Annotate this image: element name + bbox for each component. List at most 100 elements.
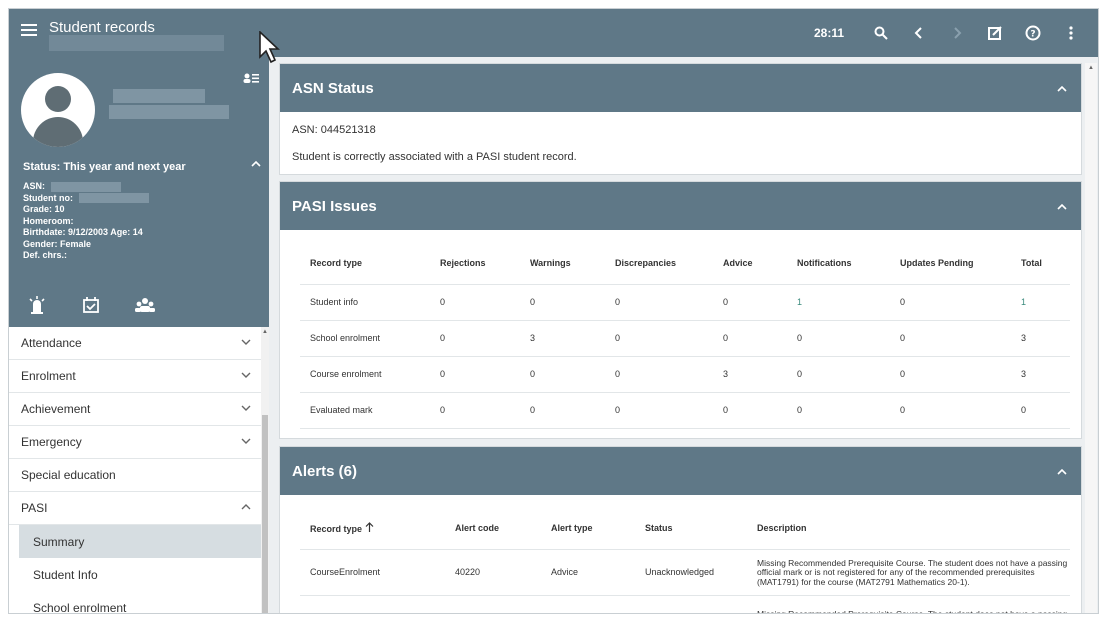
table-row[interactable]: Evaluated mark 0 0 0 0 0 0 0 xyxy=(300,392,1070,429)
sidebar-subitem-school-enrolment[interactable]: School enrolment xyxy=(9,591,261,614)
app-window: Student records 28:11 ? Status: This yea… xyxy=(8,8,1099,614)
table-cell-description: Missing Recommended Prerequisite Course.… xyxy=(747,549,1070,596)
chevron-up-icon[interactable] xyxy=(1057,463,1067,478)
table-cell: CourseEnrolment xyxy=(300,549,445,596)
alerts-table: Record type Alert code Alert type Status… xyxy=(300,507,1070,613)
redacted-name xyxy=(113,89,205,103)
open-external-icon[interactable] xyxy=(976,9,1014,57)
grade: Grade: 10 xyxy=(23,204,65,214)
contact-card-icon[interactable] xyxy=(243,71,259,89)
scroll-up-icon[interactable]: ▲ xyxy=(262,329,268,335)
sidebar-item-pasi[interactable]: PASI xyxy=(9,492,261,525)
redacted-asn xyxy=(51,181,121,192)
table-cell-link[interactable]: 1 xyxy=(1011,284,1070,321)
table-row[interactable]: Course enrolment 0 0 0 3 0 0 3 xyxy=(300,356,1070,393)
column-header[interactable]: Discrepancies xyxy=(605,242,713,285)
table-cell: 0 xyxy=(713,284,787,321)
table-cell: 0 xyxy=(890,392,1011,429)
table-row[interactable]: Missing Recommended Prerequisite Course.… xyxy=(300,595,1070,613)
table-cell: 3 xyxy=(1011,356,1070,393)
chevron-up-icon[interactable] xyxy=(1057,198,1067,213)
asn-status-message: Student is correctly associated with a P… xyxy=(292,151,577,163)
table-cell: 0 xyxy=(605,392,713,429)
main-scrollbar[interactable]: ▲ xyxy=(1085,63,1097,613)
student-no-label: Student no: xyxy=(23,192,73,203)
table-cell: 0 xyxy=(520,356,605,393)
menu-icon[interactable] xyxy=(21,24,37,38)
table-cell: 3 xyxy=(713,356,787,393)
collapse-chevron-icon[interactable] xyxy=(251,157,261,171)
table-row[interactable]: School enrolment 0 3 0 0 0 0 3 xyxy=(300,320,1070,357)
table-cell: 3 xyxy=(1011,320,1070,357)
column-header[interactable]: Advice xyxy=(713,242,787,285)
column-header[interactable]: Warnings xyxy=(520,242,605,285)
column-header[interactable]: Status xyxy=(635,507,747,550)
table-cell: 0 xyxy=(713,392,787,429)
scroll-up-icon[interactable]: ▲ xyxy=(1088,65,1094,71)
sidebar-item-achievement[interactable]: Achievement xyxy=(9,393,261,426)
asn-value: ASN: 044521318 xyxy=(292,124,376,136)
student-profile-panel: Status: This year and next year ASN: Stu… xyxy=(9,57,269,327)
calendar-check-icon[interactable] xyxy=(77,295,105,315)
table-cell: 0 xyxy=(520,284,605,321)
card-title: Alerts (6) xyxy=(292,462,358,480)
table-cell: 0 xyxy=(520,392,605,429)
column-header[interactable]: Notifications xyxy=(787,242,890,285)
svg-text:?: ? xyxy=(1030,30,1035,40)
student-sidebar: Status: This year and next year ASN: Stu… xyxy=(9,57,269,614)
card-title: PASI Issues xyxy=(292,197,377,215)
column-header[interactable]: Record type xyxy=(300,242,430,285)
previous-icon[interactable] xyxy=(900,9,938,57)
sidebar-subitem-student-info[interactable]: Student Info xyxy=(9,558,261,591)
next-icon[interactable] xyxy=(938,9,976,57)
pasi-issues-card: PASI Issues Record type Rejections Warni… xyxy=(279,181,1082,439)
column-header[interactable]: Rejections xyxy=(430,242,520,285)
help-icon[interactable]: ? xyxy=(1014,9,1052,57)
table-cell: 0 xyxy=(1011,392,1070,429)
table-cell xyxy=(300,595,445,613)
sidebar-subitem-summary[interactable]: Summary xyxy=(19,525,261,558)
sidebar-scrollbar[interactable]: ▲ xyxy=(261,327,269,613)
search-icon[interactable] xyxy=(862,9,900,57)
sidebar-item-label: Special education xyxy=(21,468,116,482)
table-row[interactable]: CourseEnrolment 40220 Advice Unacknowled… xyxy=(300,549,1070,596)
sidebar-item-enrolment[interactable]: Enrolment xyxy=(9,360,261,393)
sidebar-item-label: Student Info xyxy=(33,567,98,582)
chevron-up-icon[interactable] xyxy=(1057,80,1067,95)
main-content: ASN Status ASN: 044521318 Student is cor… xyxy=(277,63,1083,613)
sidebar-item-label: School enrolment xyxy=(33,600,127,614)
chevron-down-icon xyxy=(241,336,251,348)
table-row[interactable]: Student info 0 0 0 0 1 0 1 xyxy=(300,284,1070,321)
table-cell: School enrolment xyxy=(300,320,430,357)
alerts-card: Alerts (6) Record type Alert code Alert … xyxy=(279,446,1082,613)
table-cell: 0 xyxy=(787,356,890,393)
homeroom: Homeroom: xyxy=(23,215,74,226)
column-header[interactable]: Alert type xyxy=(541,507,635,550)
column-header[interactable]: Description xyxy=(747,507,1070,550)
medical-alert-icon[interactable] xyxy=(23,295,51,315)
group-icon[interactable] xyxy=(131,295,159,315)
table-header-row: Record type Rejections Warnings Discrepa… xyxy=(300,242,1070,285)
more-options-icon[interactable] xyxy=(1052,9,1090,57)
table-cell: 0 xyxy=(890,356,1011,393)
chevron-down-icon xyxy=(241,435,251,447)
mouse-cursor-icon xyxy=(259,30,283,70)
scrollbar-thumb[interactable] xyxy=(262,415,268,613)
asn-status-card: ASN Status ASN: 044521318 Student is cor… xyxy=(279,63,1082,175)
sidebar-item-emergency[interactable]: Emergency xyxy=(9,426,261,459)
column-header[interactable]: Total xyxy=(1011,242,1070,285)
table-cell: Advice xyxy=(541,549,635,596)
table-cell: 0 xyxy=(430,356,520,393)
table-cell-link[interactable]: 1 xyxy=(787,284,890,321)
table-cell: 3 xyxy=(520,320,605,357)
arrow-up-icon xyxy=(365,521,374,534)
chevron-up-icon xyxy=(241,501,251,513)
column-header[interactable]: Updates Pending xyxy=(890,242,1011,285)
column-header-sorted[interactable]: Record type xyxy=(300,507,445,550)
table-cell: 0 xyxy=(787,320,890,357)
sidebar-item-special-education[interactable]: Special education xyxy=(9,459,261,492)
sidebar-item-attendance[interactable]: Attendance xyxy=(9,327,261,360)
column-header[interactable]: Alert code xyxy=(445,507,541,550)
sidebar-item-label: Attendance xyxy=(21,336,82,350)
table-cell: 0 xyxy=(605,284,713,321)
